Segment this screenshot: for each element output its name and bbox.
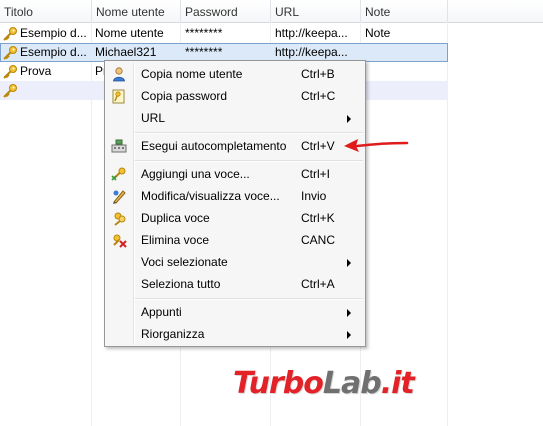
entry-title: Prova	[20, 64, 52, 78]
key-icon	[3, 65, 17, 79]
delete-icon	[113, 234, 127, 248]
entry-notes	[365, 43, 445, 62]
entry-password: ********	[185, 26, 223, 40]
add-entry-icon	[111, 167, 126, 181]
turbolab-watermark: TurboLab.it	[233, 366, 415, 401]
menu-item-selected-entries[interactable]: Voci selezionate	[107, 251, 363, 273]
menu-separator	[135, 132, 363, 134]
menu-item-autotype[interactable]: Esegui autocompletamento Ctrl+V	[107, 135, 363, 157]
annotation-arrow	[344, 139, 409, 152]
menu-item-reorganize[interactable]: Riorganizza	[107, 323, 363, 345]
entry-title: Esempio d...	[20, 45, 87, 59]
menu-item-duplicate[interactable]: Duplica voce Ctrl+K	[107, 207, 363, 229]
list-header: Titolo Nome utente Password URL Note	[0, 0, 543, 23]
column-header-password[interactable]: Password	[181, 0, 271, 22]
context-menu: Copia nome utente Ctrl+B Copia password …	[104, 60, 366, 347]
menu-item-select-all[interactable]: Seleziona tutto Ctrl+A	[107, 273, 363, 295]
key-icon	[3, 46, 17, 60]
keyboard-icon	[111, 139, 127, 153]
key-icon	[3, 27, 17, 41]
submenu-arrow-icon	[347, 115, 351, 123]
column-header-title[interactable]: Titolo	[0, 0, 92, 22]
column-header-notes[interactable]: Note	[361, 0, 448, 22]
menu-separator	[135, 160, 363, 162]
entry-username: Nome utente	[95, 26, 164, 40]
column-header-url[interactable]: URL	[271, 0, 361, 22]
menu-item-copy-password[interactable]: Copia password Ctrl+C	[107, 85, 363, 107]
menu-item-url[interactable]: URL	[107, 107, 363, 129]
entry-url: http://keepa...	[275, 26, 348, 40]
entry-notes: Note	[365, 26, 391, 40]
edit-entry-icon	[113, 190, 126, 204]
submenu-arrow-icon	[347, 259, 351, 267]
menu-item-edit-entry[interactable]: Modifica/visualizza voce... Invio	[107, 185, 363, 207]
entry-title: Esempio d...	[20, 26, 87, 40]
menu-item-clipboard[interactable]: Appunti	[107, 301, 363, 323]
table-row[interactable]: Esempio d... Nome utente ******** http:/…	[0, 24, 448, 43]
key-icon	[3, 84, 17, 98]
menu-separator	[135, 298, 363, 300]
column-header-username[interactable]: Nome utente	[92, 0, 181, 22]
duplicate-icon	[114, 212, 126, 226]
submenu-arrow-icon	[347, 309, 351, 317]
menu-item-add-entry[interactable]: Aggiungi una voce... Ctrl+I	[107, 163, 363, 185]
menu-item-copy-username[interactable]: Copia nome utente Ctrl+B	[107, 63, 363, 85]
user-icon	[113, 67, 125, 82]
submenu-arrow-icon	[347, 331, 351, 339]
menu-item-delete[interactable]: Elimina voce CANC	[107, 229, 363, 251]
password-icon	[112, 89, 125, 104]
